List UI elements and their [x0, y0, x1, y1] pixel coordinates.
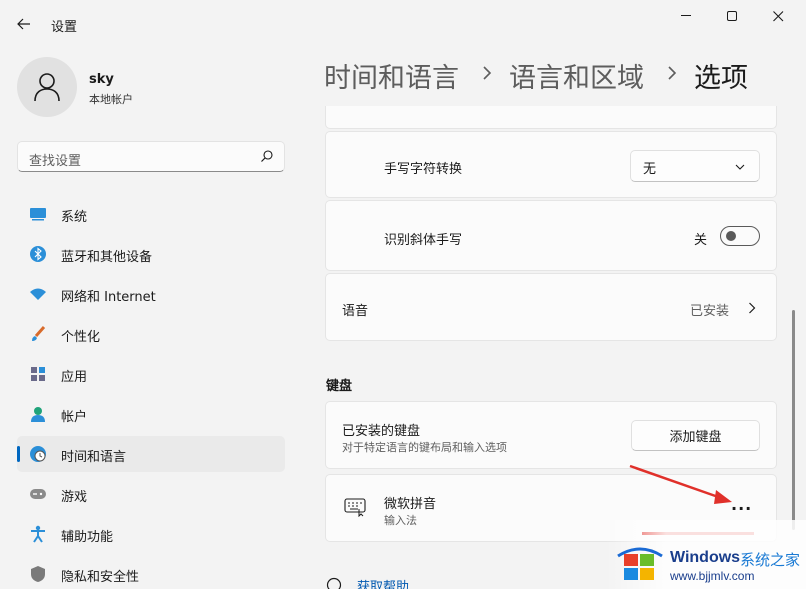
nav-item-time-language[interactable]: 时间和语言	[17, 436, 285, 472]
chevron-right-icon	[668, 66, 677, 80]
nav-item-gaming[interactable]: 游戏	[17, 476, 285, 512]
maximize-button[interactable]	[709, 4, 755, 28]
speech-card[interactable]: 语音 已安装	[325, 273, 777, 341]
app-title: 设置	[51, 20, 78, 35]
back-arrow-icon	[17, 18, 30, 30]
nav-label: 隐私和安全性	[61, 570, 140, 585]
italic-handwriting-card: 识别斜体手写 关	[325, 200, 777, 271]
italic-handwriting-label: 识别斜体手写	[384, 233, 463, 248]
nav-label: 时间和语言	[61, 450, 127, 465]
installed-keyboards-label: 已安装的键盘	[342, 424, 421, 439]
account-type: 本地帐户	[89, 93, 133, 106]
minimize-button[interactable]	[663, 4, 709, 28]
accessibility-icon	[29, 525, 47, 543]
apps-icon	[29, 365, 47, 383]
time-language-icon	[29, 445, 47, 463]
speech-label: 语音	[342, 304, 369, 319]
breadcrumb-language-region[interactable]: 语言和区域	[509, 56, 644, 95]
settings-card-clipped	[325, 106, 777, 129]
page-title: 选项	[694, 63, 748, 94]
nav-item-accounts[interactable]: 帐户	[17, 396, 285, 432]
windows-logo-icon	[617, 547, 663, 580]
nav-item-accessibility[interactable]: 辅助功能	[17, 516, 285, 552]
chevron-right-icon	[749, 302, 756, 314]
nav-label: 应用	[61, 370, 88, 385]
minimize-icon	[681, 15, 691, 16]
maximize-icon	[726, 10, 737, 21]
back-button[interactable]	[10, 12, 38, 36]
toggle-knob	[726, 231, 736, 241]
search-icon[interactable]	[260, 149, 274, 163]
nav-item-personalization[interactable]: 个性化	[17, 316, 285, 352]
italic-handwriting-toggle[interactable]	[720, 226, 760, 246]
installed-keyboards-description: 对于特定语言的键布局和输入选项	[342, 441, 507, 454]
help-icon	[326, 577, 342, 589]
close-button[interactable]	[755, 4, 801, 28]
nav-label: 网络和 Internet	[61, 290, 156, 305]
keyboard-section-title: 键盘	[326, 379, 353, 394]
scrollbar-thumb[interactable]	[792, 310, 795, 530]
add-keyboard-button[interactable]: 添加键盘	[631, 420, 760, 451]
watermark-url: www.bjjmlv.com	[670, 569, 755, 583]
handwriting-conversion-dropdown[interactable]: 无	[630, 150, 760, 182]
handwriting-conversion-card: 手写字符转换 无	[325, 131, 777, 198]
nav-label: 辅助功能	[61, 530, 114, 545]
nav-item-privacy[interactable]: 隐私和安全性	[17, 556, 285, 589]
nav-item-bluetooth[interactable]: 蓝牙和其他设备	[17, 236, 285, 272]
search-box[interactable]: 查找设置	[17, 141, 285, 172]
nav-label: 帐户	[61, 410, 88, 425]
get-help-link[interactable]: 获取帮助	[357, 576, 409, 589]
nav-item-network[interactable]: 网络和 Internet	[17, 276, 285, 312]
installed-keyboards-card: 已安装的键盘 对于特定语言的键布局和输入选项 添加键盘	[325, 401, 777, 469]
nav-label: 个性化	[61, 330, 101, 345]
user-name: sky	[89, 72, 114, 87]
toggle-state-label: 关	[694, 233, 708, 248]
ime-type: 输入法	[384, 514, 417, 527]
account-icon	[29, 405, 47, 423]
chevron-down-icon	[735, 164, 745, 170]
system-icon	[29, 205, 47, 223]
ime-name: 微软拼音	[384, 497, 437, 512]
speech-status: 已安装	[690, 304, 730, 319]
wifi-icon	[29, 285, 47, 303]
brush-icon	[29, 325, 47, 343]
nav-item-system[interactable]: 系统	[17, 196, 285, 232]
close-icon	[772, 10, 783, 21]
nav-label: 游戏	[61, 490, 88, 505]
handwriting-conversion-label: 手写字符转换	[384, 162, 463, 177]
gamepad-icon	[29, 485, 47, 503]
avatar[interactable]	[17, 57, 77, 117]
nav-item-apps[interactable]: 应用	[17, 356, 285, 392]
selection-indicator	[17, 446, 20, 462]
dropdown-value: 无	[643, 162, 657, 177]
bluetooth-icon	[29, 245, 47, 263]
user-icon	[34, 73, 60, 102]
chevron-right-icon	[483, 66, 492, 80]
keyboard-icon	[344, 498, 366, 517]
watermark-suffix: 系统之家	[740, 552, 801, 569]
shield-icon	[29, 565, 47, 583]
search-placeholder: 查找设置	[29, 154, 82, 169]
nav-label: 蓝牙和其他设备	[61, 250, 153, 265]
watermark-brand: Windows	[670, 549, 741, 566]
nav-label: 系统	[61, 210, 88, 225]
breadcrumb-time-language[interactable]: 时间和语言	[324, 56, 459, 95]
